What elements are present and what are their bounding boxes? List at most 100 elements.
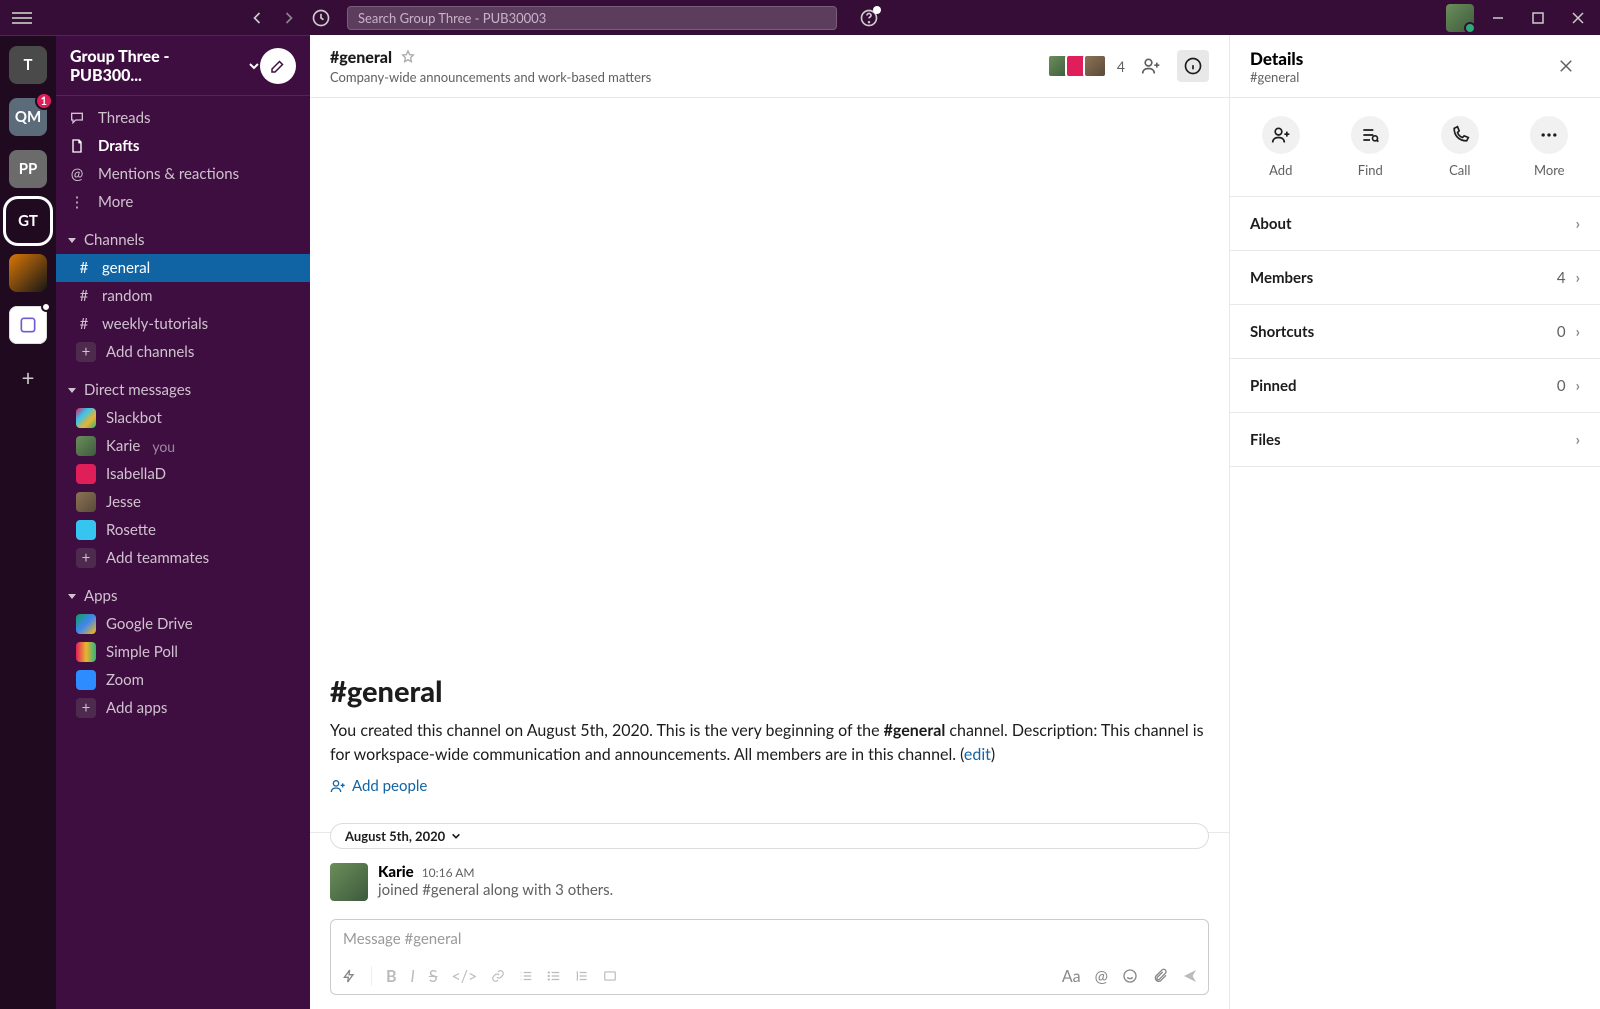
dm-avatar [76,408,96,428]
date-divider: August 5th, 2020 [330,807,1209,857]
global-search-input[interactable]: Search Group Three - PUB30003 [347,6,837,30]
details-row-about[interactable]: About› [1230,197,1600,251]
add-people-link[interactable]: Add people [330,777,1209,795]
workspace-switcher-item[interactable]: QM1 [9,98,47,136]
details-action-more[interactable]: More [1530,116,1568,178]
sidebar-add-apps[interactable]: +Add apps [56,694,310,722]
caret-down-icon [68,594,76,599]
sidebar-dm-item[interactable]: Slackbot [56,404,310,432]
bullet-list-icon[interactable] [547,969,561,983]
sidebar-channel-item[interactable]: #random [56,282,310,310]
hash-icon: # [76,259,92,277]
sidebar-nav-drafts[interactable]: Drafts [56,132,310,160]
strike-icon[interactable]: S [429,967,438,986]
sidebar-dm-item[interactable]: Karieyou [56,432,310,460]
sidebar-app-item[interactable]: Google Drive [56,610,310,638]
hamburger-icon[interactable] [12,12,32,24]
sidebar-section-apps[interactable]: Apps [56,582,310,610]
sidebar-nav-mentions[interactable]: @Mentions & reactions [56,160,310,188]
chevron-down-icon [248,60,260,72]
help-icon[interactable] [859,8,879,28]
window-minimize-icon[interactable] [1492,12,1504,24]
details-action-add[interactable]: Add [1262,116,1300,178]
message-timestamp: 10:16 AM [422,865,475,880]
add-people-icon [330,778,346,794]
sidebar-nav-more[interactable]: ⋮More [56,188,310,216]
format-toggle-icon[interactable]: Aa [1062,967,1081,986]
history-icon[interactable] [311,8,331,28]
link-icon[interactable] [491,969,505,983]
send-icon[interactable] [1182,968,1198,984]
star-icon[interactable] [400,49,416,65]
channel-header: #general Company-wide announcements and … [310,35,1229,98]
composer-input[interactable]: Message #general [331,920,1208,958]
composer-toolbar: B I S </> Aa @ [331,958,1208,994]
workspace-switcher-item[interactable]: PP [9,150,47,188]
plus-icon: + [76,548,96,568]
emoji-icon[interactable] [1122,968,1138,984]
shortcuts-icon[interactable] [341,968,357,984]
dm-avatar [76,436,96,456]
app-icon [76,642,96,662]
dm-avatar [76,520,96,540]
title-bar: Search Group Three - PUB30003 [0,0,1600,35]
sidebar-section-channels[interactable]: Channels [56,226,310,254]
sidebar-nav-threads[interactable]: Threads [56,104,310,132]
code-icon[interactable]: </> [452,967,478,986]
workspace-switcher-item[interactable] [9,254,47,292]
sidebar-channel-item[interactable]: #weekly-tutorials [56,310,310,338]
attach-icon[interactable] [1152,968,1168,984]
workspace-switcher-item[interactable]: T [9,46,47,84]
sidebar-workspace-header[interactable]: Group Three - PUB300... [56,36,310,96]
add-people-icon[interactable] [1135,50,1167,82]
sidebar-app-item[interactable]: Zoom [56,666,310,694]
details-row-pinned[interactable]: Pinned0› [1230,359,1600,413]
ordered-list-icon[interactable] [519,969,533,983]
caret-down-icon [68,388,76,393]
sidebar-channel-item[interactable]: #general [56,254,310,282]
chevron-right-icon: › [1576,431,1580,449]
sidebar-add-teammates[interactable]: +Add teammates [56,544,310,572]
bold-icon[interactable]: B [386,967,397,986]
more-icon: ⋮ [68,193,86,211]
sidebar-add-channels[interactable]: +Add channels [56,338,310,366]
sidebar-dm-item[interactable]: Jesse [56,488,310,516]
nav-back-icon[interactable] [247,8,267,28]
details-action-call[interactable]: Call [1441,116,1479,178]
codeblock-icon[interactable] [603,969,617,983]
details-row-members[interactable]: Members4› [1230,251,1600,305]
window-close-icon[interactable] [1572,12,1584,24]
details-row-shortcuts[interactable]: Shortcuts0› [1230,305,1600,359]
sidebar-section-dms[interactable]: Direct messages [56,376,310,404]
member-avatar [1083,54,1107,78]
channel-topic[interactable]: Company-wide announcements and work-base… [330,69,1053,85]
date-chip[interactable]: August 5th, 2020 [330,823,1209,849]
message-composer[interactable]: Message #general B I S </> Aa @ [330,919,1209,995]
italic-icon[interactable]: I [411,967,415,986]
message-author[interactable]: Karie [378,863,414,881]
sidebar-dm-item[interactable]: Rosette [56,516,310,544]
mention-icon[interactable]: @ [1095,967,1108,986]
hash-icon: # [76,287,92,305]
edit-description-link[interactable]: edit [964,745,991,764]
sidebar-dm-item[interactable]: IsabellaD [56,460,310,488]
message-item[interactable]: Karie10:16 AM joined #general along with… [330,857,1209,915]
workspace-switcher-item[interactable] [9,306,47,344]
workspace-switcher-item[interactable]: GT [9,202,47,240]
compose-button[interactable] [260,48,296,84]
sidebar-app-item[interactable]: Simple Poll [56,638,310,666]
add-workspace-button[interactable]: + [9,358,47,396]
info-icon[interactable] [1177,50,1209,82]
workspace-name: Group Three - PUB300... [70,47,244,85]
caret-down-icon [68,238,76,243]
nav-forward-icon[interactable] [279,8,299,28]
details-row-files[interactable]: Files› [1230,413,1600,467]
window-maximize-icon[interactable] [1532,12,1544,24]
details-action-find[interactable]: Find [1351,116,1389,178]
quote-icon[interactable] [575,969,589,983]
channel-title[interactable]: #general [330,48,1053,67]
close-icon[interactable] [1552,52,1580,80]
chevron-down-icon [451,831,461,841]
user-avatar[interactable] [1446,4,1474,32]
channel-members-summary[interactable]: 4 [1053,54,1125,78]
